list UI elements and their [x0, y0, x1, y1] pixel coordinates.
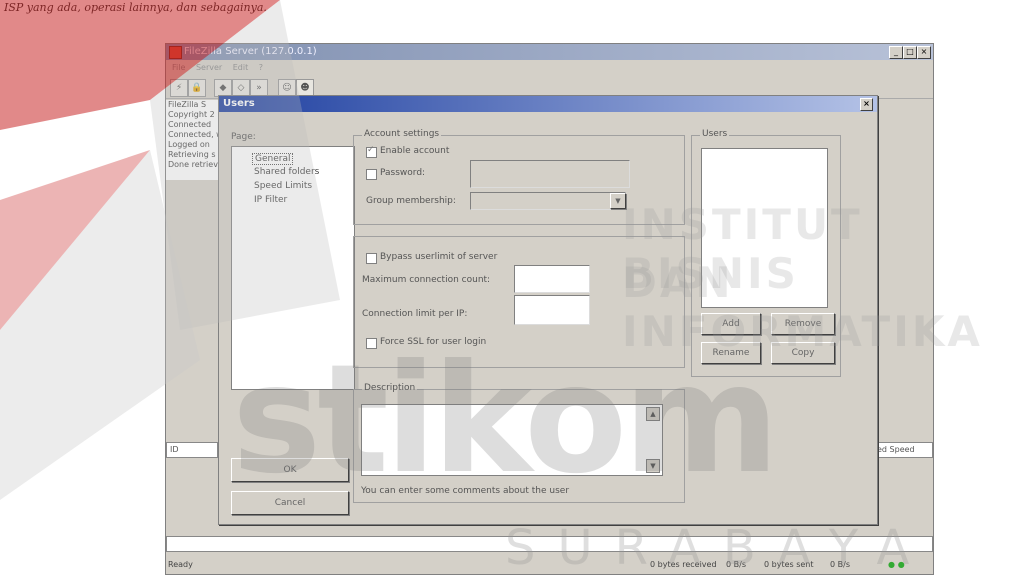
- status-rate-sent: 0 B/s: [830, 560, 850, 569]
- column-header-id[interactable]: ID: [166, 442, 218, 458]
- log-line: Done retriev: [168, 160, 218, 169]
- log-line: Connected, wa: [168, 130, 218, 139]
- page-label: Page:: [231, 132, 256, 142]
- force-ssl-checkbox[interactable]: [366, 338, 377, 349]
- status-bytes-sent: 0 bytes sent: [764, 560, 814, 569]
- password-field[interactable]: [470, 160, 630, 188]
- max-connections-field[interactable]: [514, 265, 590, 293]
- copy-user-button[interactable]: Copy: [771, 342, 835, 364]
- ok-button[interactable]: OK: [231, 458, 349, 482]
- log-panel: FileZilla S Copyright 2 Connected Connec…: [166, 100, 218, 180]
- chevron-down-icon[interactable]: ▼: [610, 193, 626, 209]
- connection-limit-ip-label: Connection limit per IP:: [362, 309, 468, 319]
- limits-group: Bypass userlimit of server Maximum conne…: [353, 236, 685, 368]
- scroll-down-icon[interactable]: ▼: [646, 459, 660, 473]
- description-textarea[interactable]: ▲ ▼: [361, 404, 663, 476]
- rename-user-button[interactable]: Rename: [701, 342, 761, 364]
- status-ready: Ready: [168, 560, 193, 569]
- log-line: FileZilla S: [168, 100, 207, 109]
- page-item-speed-limits[interactable]: Speed Limits: [254, 181, 312, 191]
- main-titlebar: FileZilla Server (127.0.0.1) _ □ ×: [166, 44, 933, 60]
- activate-icon[interactable]: ⚡: [170, 79, 188, 97]
- horizontal-scrollbar[interactable]: [166, 536, 933, 552]
- account-settings-label: Account settings: [362, 129, 442, 139]
- bypass-userlimit-checkbox[interactable]: [366, 253, 377, 264]
- description-hint: You can enter some comments about the us…: [361, 486, 570, 496]
- menu-bar: File Server Edit ?: [166, 61, 933, 75]
- enable-account-checkbox[interactable]: [366, 145, 377, 158]
- lock-icon[interactable]: 🔒: [188, 79, 206, 97]
- force-ssl-label: Force SSL for user login: [380, 337, 487, 347]
- log-line: Copyright 2: [168, 110, 215, 119]
- group-membership-select[interactable]: [470, 192, 626, 210]
- page-item-general[interactable]: General: [252, 153, 294, 165]
- status-bar: Ready 0 bytes received 0 B/s 0 bytes sen…: [166, 556, 933, 574]
- menu-file[interactable]: File: [172, 63, 185, 72]
- column-header-speed[interactable]: ed Speed: [873, 442, 933, 458]
- log-line: Logged on: [168, 140, 210, 149]
- page-list[interactable]: General Shared folders Speed Limits IP F…: [231, 146, 355, 390]
- filezilla-icon: [169, 46, 182, 59]
- dialog-titlebar: Users ×: [219, 96, 877, 112]
- users-list[interactable]: [701, 148, 828, 308]
- description-label: Description: [362, 383, 418, 393]
- status-rate-received: 0 B/s: [726, 560, 746, 569]
- scroll-up-icon[interactable]: ▲: [646, 407, 660, 421]
- max-connections-label: Maximum connection count:: [362, 275, 491, 285]
- log-line: Connected: [168, 120, 212, 129]
- dialog-title: Users: [223, 98, 255, 109]
- add-user-button[interactable]: Add: [701, 313, 761, 335]
- menu-server[interactable]: Server: [196, 63, 222, 72]
- log-line: Retrieving s: [168, 150, 216, 159]
- remove-user-button[interactable]: Remove: [771, 313, 835, 335]
- minimize-button[interactable]: _: [889, 46, 903, 59]
- close-button[interactable]: ×: [917, 46, 931, 59]
- bypass-userlimit-label: Bypass userlimit of server: [380, 252, 498, 262]
- page-item-ip-filter[interactable]: IP Filter: [254, 195, 287, 205]
- document-caption: ISP yang ada, operasi lainnya, dan sebag…: [4, 1, 267, 14]
- main-window-title: FileZilla Server (127.0.0.1): [184, 46, 317, 57]
- users-dialog: Users × Page: General Shared folders Spe…: [218, 95, 878, 525]
- cancel-button[interactable]: Cancel: [231, 491, 349, 515]
- maximize-button[interactable]: □: [903, 46, 917, 59]
- dialog-close-button[interactable]: ×: [860, 98, 873, 111]
- page-item-shared-folders[interactable]: Shared folders: [254, 167, 319, 177]
- group-membership-label: Group membership:: [366, 196, 456, 206]
- enable-account-label: Enable account: [380, 146, 450, 156]
- account-settings-group: Account settings Enable account Password…: [353, 129, 685, 225]
- password-label: Password:: [380, 168, 426, 178]
- connection-status-icon: ● ●: [888, 560, 905, 569]
- password-checkbox[interactable]: [366, 169, 377, 180]
- users-group-label: Users: [700, 129, 730, 139]
- connection-limit-ip-field[interactable]: [514, 295, 590, 325]
- status-bytes-received: 0 bytes received: [650, 560, 717, 569]
- menu-help[interactable]: ?: [259, 63, 263, 72]
- menu-edit[interactable]: Edit: [233, 63, 249, 72]
